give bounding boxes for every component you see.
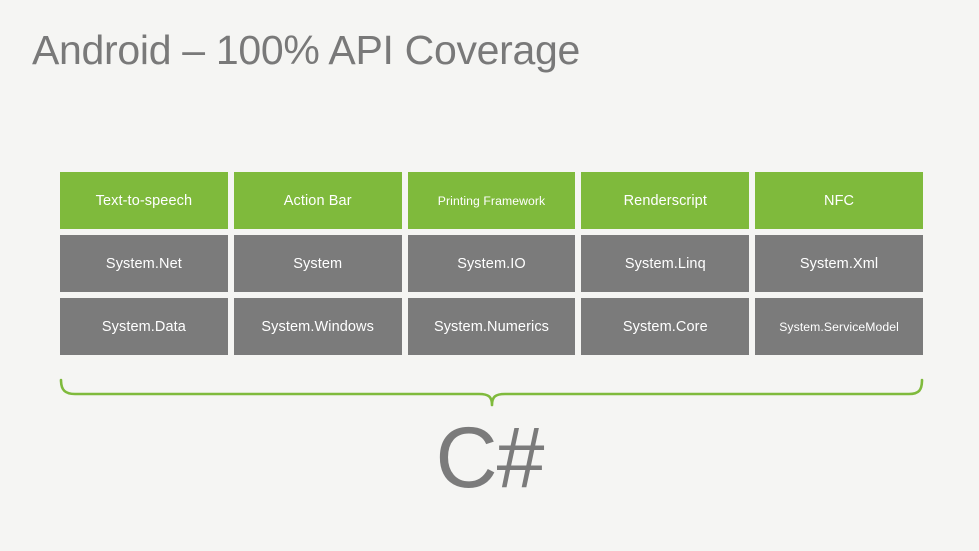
api-cell[interactable]: System <box>233 235 402 292</box>
api-cell[interactable]: System.Windows <box>233 298 402 355</box>
api-coverage-grid: Text-to-speech Action Bar Printing Frame… <box>60 172 923 355</box>
api-cell-label: NFC <box>824 192 855 209</box>
api-cell[interactable]: NFC <box>755 172 923 229</box>
slide-canvas: Android – 100% API Coverage Text-to-spee… <box>0 0 979 551</box>
api-cell-label: Renderscript <box>623 192 707 209</box>
api-cell[interactable]: Printing Framework <box>407 172 576 229</box>
api-cell[interactable]: System.IO <box>407 235 576 292</box>
api-cell-label: System.Windows <box>261 318 374 335</box>
table-row: System.Net System System.IO System.Linq … <box>60 235 923 292</box>
api-cell-label: Text-to-speech <box>95 192 193 209</box>
api-cell[interactable]: System.Linq <box>581 235 750 292</box>
api-cell[interactable]: System.Xml <box>755 235 923 292</box>
api-cell-label: System.Xml <box>799 255 879 272</box>
api-cell[interactable]: System.ServiceModel <box>755 298 923 355</box>
table-row: System.Data System.Windows System.Numeri… <box>60 298 923 355</box>
api-cell[interactable]: System.Numerics <box>407 298 576 355</box>
csharp-label: C# <box>435 410 545 506</box>
api-cell-label: System.Numerics <box>433 318 550 335</box>
api-cell[interactable]: Text-to-speech <box>60 172 228 229</box>
api-cell-label: Printing Framework <box>437 193 546 208</box>
api-cell[interactable]: System.Data <box>60 298 228 355</box>
api-cell-label: System.Net <box>105 255 182 272</box>
api-cell[interactable]: System.Core <box>581 298 750 355</box>
api-cell[interactable]: System.Net <box>60 235 228 292</box>
table-row: Text-to-speech Action Bar Printing Frame… <box>60 172 923 229</box>
api-cell-label: System.ServiceModel <box>779 319 899 334</box>
api-cell[interactable]: Renderscript <box>581 172 750 229</box>
api-cell-label: Action Bar <box>283 192 352 209</box>
api-cell-label: System.Core <box>622 318 708 335</box>
page-title: Android – 100% API Coverage <box>32 27 581 73</box>
grouping-brace-icon <box>59 378 924 407</box>
api-cell-label: System <box>293 255 343 272</box>
api-cell-label: System.IO <box>457 255 526 272</box>
api-cell[interactable]: Action Bar <box>233 172 402 229</box>
api-cell-label: System.Data <box>101 318 186 335</box>
api-cell-label: System.Linq <box>624 255 706 272</box>
